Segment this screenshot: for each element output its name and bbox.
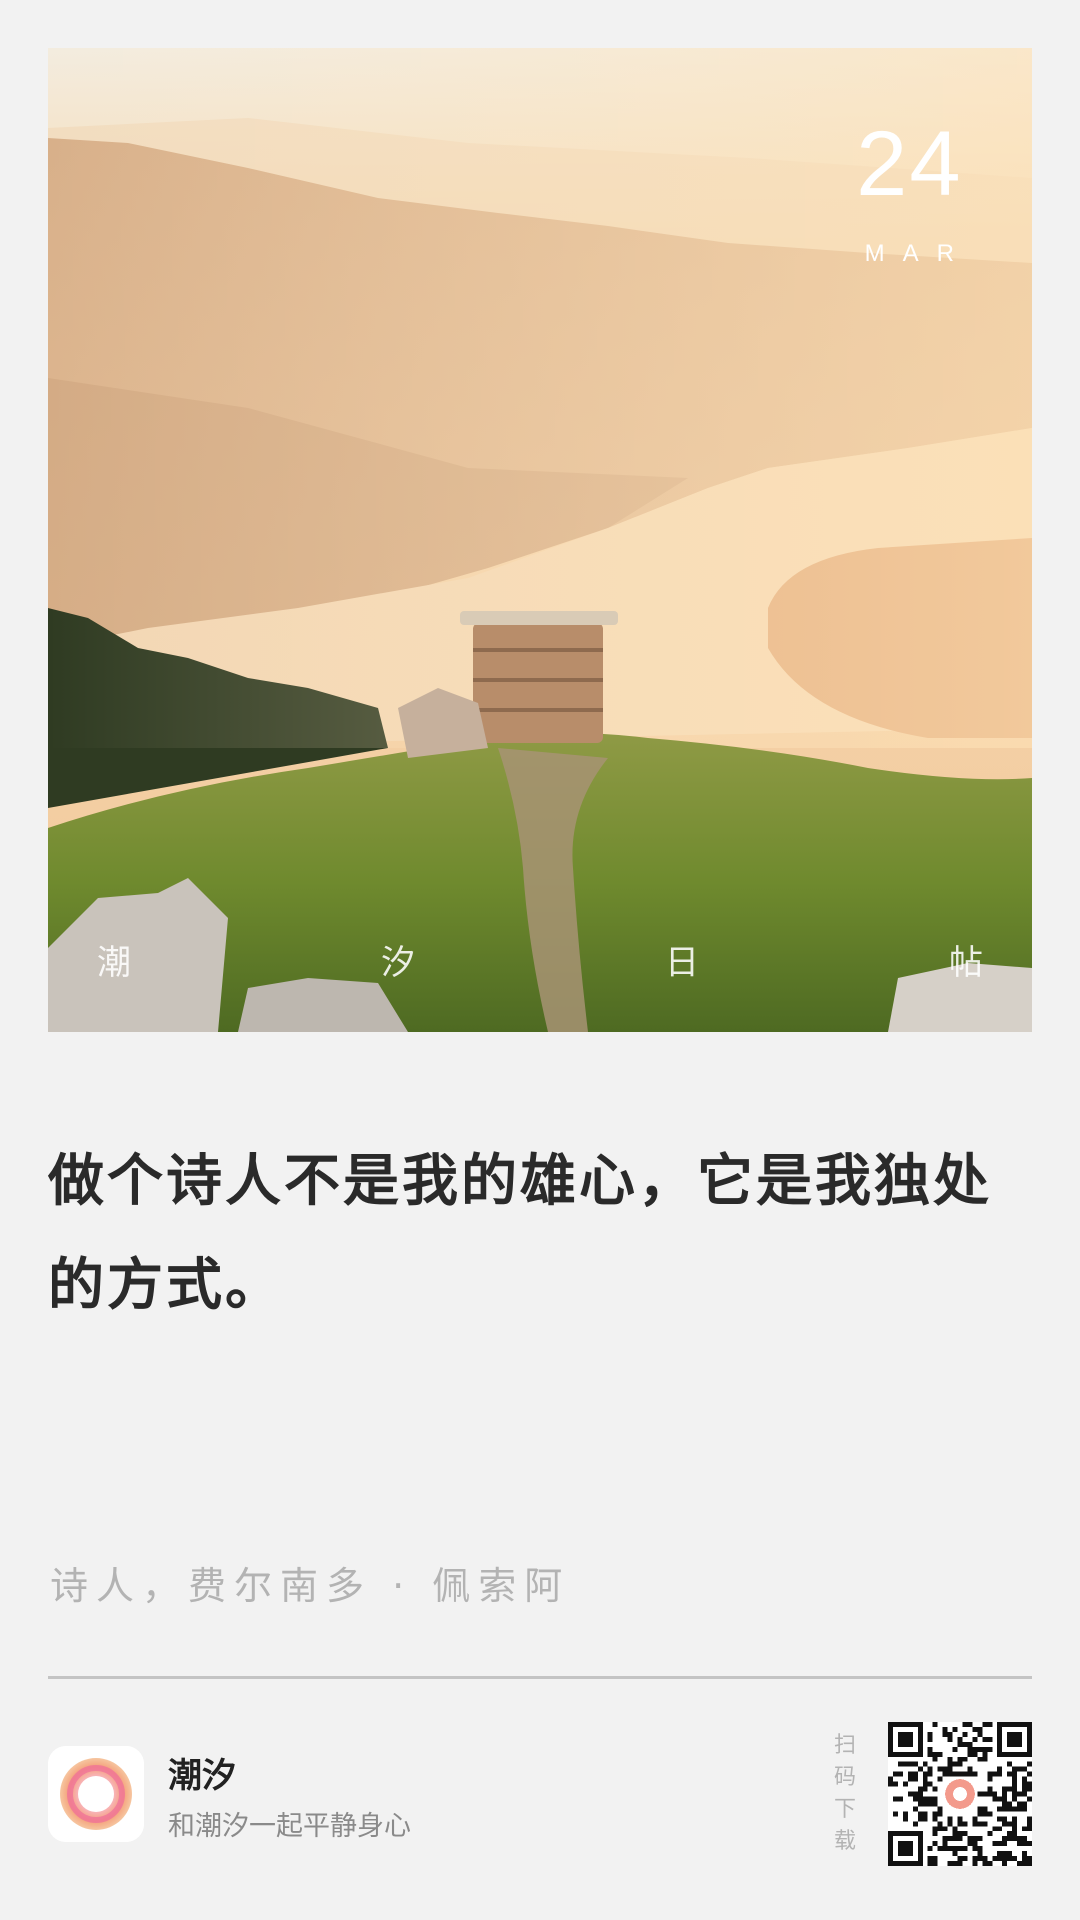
app-name: 潮汐 xyxy=(168,1756,236,1796)
date-month: MAR xyxy=(864,240,972,267)
brand-char: 帖 xyxy=(949,943,983,983)
date-badge: 24 MAR xyxy=(847,118,972,268)
app-slogan: 和潮汐一起平静身心 xyxy=(168,1811,411,1842)
qr-code-icon[interactable] xyxy=(888,1722,1032,1866)
brand-watermark: 潮 汐 日 帖 xyxy=(48,935,1032,995)
tide-app-logo-icon xyxy=(48,1746,144,1842)
date-day: 24 xyxy=(856,113,963,215)
brand-char: 潮 xyxy=(97,943,131,983)
divider xyxy=(48,1676,1032,1679)
brand-char: 汐 xyxy=(381,943,415,983)
cover-photo: 24 MAR 潮 汐 日 帖 xyxy=(48,48,1032,1032)
brand-char: 日 xyxy=(665,943,699,983)
quote-author: 诗人，费尔南多 · 佩索阿 xyxy=(50,1564,571,1608)
share-card: 24 MAR 潮 汐 日 帖 做个诗人不是我的雄心，它是我独处的方式。 诗人，费… xyxy=(0,0,1080,1920)
scan-to-download-label: 扫码下载 xyxy=(833,1733,856,1854)
quote-text: 做个诗人不是我的雄心，它是我独处的方式。 xyxy=(48,1149,992,1318)
